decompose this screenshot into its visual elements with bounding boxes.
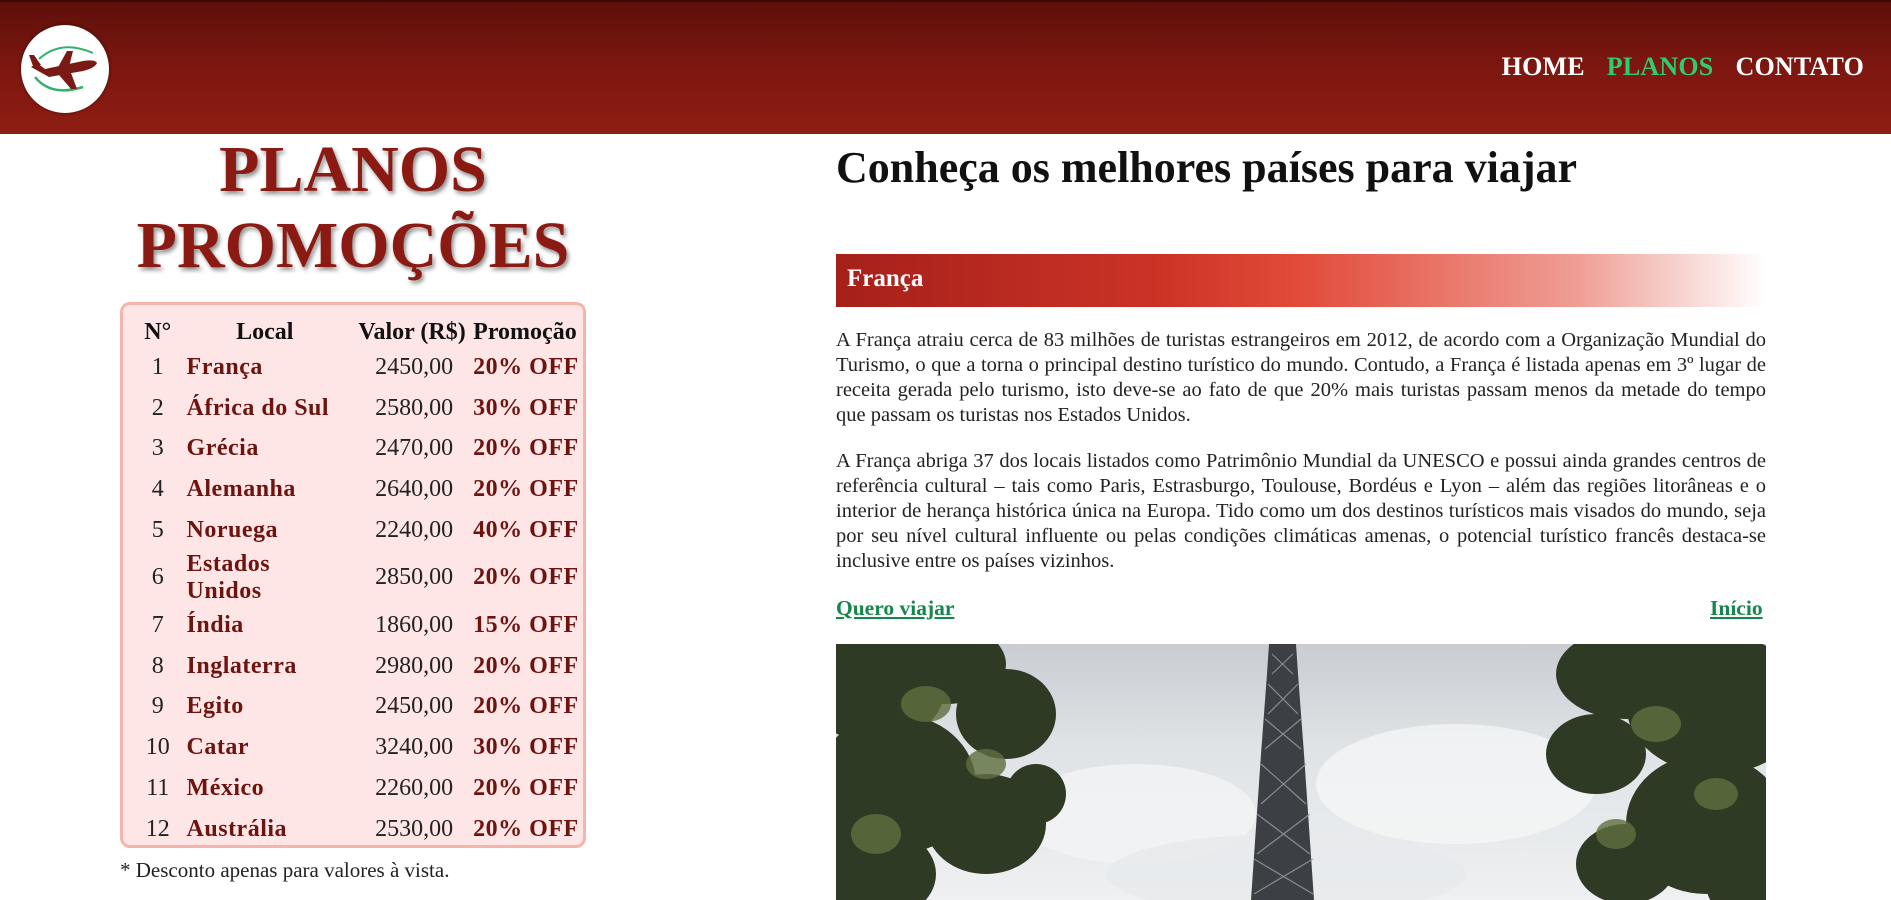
table-row: 3 Grécia 2470,00 20% OFF — [137, 429, 583, 470]
row-valor: 1860,00 — [375, 611, 454, 638]
table-row: 8 Inglaterra 2980,00 20% OFF — [137, 646, 583, 687]
row-number: 9 — [151, 693, 164, 720]
row-promo: 20% OFF — [473, 652, 579, 679]
country-banner: França — [836, 254, 1766, 307]
table-row: 6 Estados Unidos 2850,00 20% OFF — [137, 551, 583, 605]
row-promo: 30% OFF — [473, 734, 579, 761]
quero-viajar-link[interactable]: Quero viajar — [836, 596, 954, 621]
row-promo: 30% OFF — [473, 394, 579, 421]
table-header-row: N° Local Valor (R$) Promoção — [137, 317, 583, 347]
row-number: 5 — [151, 517, 164, 544]
plans-title: PLANOS PROMOÇÕES — [100, 132, 606, 284]
row-local: Alemanha — [186, 476, 296, 503]
column-header-promocao: Promoção — [473, 318, 577, 345]
table-row: 7 Índia 1860,00 15% OFF — [137, 605, 583, 646]
row-promo: 20% OFF — [473, 775, 579, 802]
column-header-number: N° — [144, 318, 172, 345]
row-promo: 20% OFF — [473, 353, 579, 380]
row-promo: 15% OFF — [473, 611, 579, 638]
plans-table: N° Local Valor (R$) Promoção 1 França 2450… — [137, 317, 583, 850]
row-local: Estados Unidos — [186, 550, 271, 604]
row-local: Egito — [186, 693, 244, 720]
inicio-link[interactable]: Início — [1710, 596, 1763, 621]
row-promo: 20% OFF — [473, 693, 579, 720]
main-nav: HOME PLANOS CONTATO — [1502, 52, 1864, 82]
table-row: 10 Catar 3240,00 30% OFF — [137, 727, 583, 768]
country-paragraph-2: A França abriga 37 dos locais listados c… — [836, 450, 1766, 572]
plans-title-line2: PROMOÇÕES — [136, 209, 570, 282]
row-valor: 3240,00 — [375, 734, 454, 761]
row-promo: 20% OFF — [473, 476, 579, 503]
row-local: Noruega — [186, 517, 279, 544]
row-number: 4 — [151, 476, 164, 503]
row-valor: 2260,00 — [375, 775, 454, 802]
row-valor: 2240,00 — [375, 517, 454, 544]
row-valor: 2850,00 — [375, 564, 454, 591]
country-name: França — [847, 265, 924, 292]
row-local: Índia — [186, 611, 244, 638]
table-row: 5 Noruega 2240,00 40% OFF — [137, 510, 583, 551]
row-local: Catar — [186, 734, 250, 761]
row-valor: 2640,00 — [375, 476, 454, 503]
row-number: 8 — [151, 652, 164, 679]
row-number: 11 — [146, 775, 170, 802]
row-number: 1 — [151, 353, 164, 380]
row-valor: 2450,00 — [375, 353, 454, 380]
table-row: 4 Alemanha 2640,00 20% OFF — [137, 469, 583, 510]
nav-home-link[interactable]: HOME — [1502, 52, 1585, 82]
airplane-logo-icon[interactable] — [21, 25, 109, 113]
row-local: Inglaterra — [186, 652, 297, 679]
table-row: 9 Egito 2450,00 20% OFF — [137, 687, 583, 728]
country-paragraph-1: A França atraiu cerca de 83 milhões de t… — [836, 329, 1766, 426]
row-promo: 20% OFF — [473, 435, 579, 462]
plans-title-line1: PLANOS — [219, 133, 487, 206]
row-number: 3 — [151, 435, 164, 462]
plans-table-container: N° Local Valor (R$) Promoção 1 França 2450… — [120, 302, 586, 848]
column-header-valor: Valor (R$) — [358, 318, 466, 345]
row-local: Grécia — [186, 435, 259, 462]
row-local: África do Sul — [186, 394, 330, 421]
row-promo: 40% OFF — [473, 517, 579, 544]
row-number: 2 — [151, 394, 164, 421]
row-local: Austrália — [186, 815, 288, 842]
row-number: 12 — [145, 815, 170, 842]
row-number: 7 — [151, 611, 164, 638]
row-valor: 2530,00 — [375, 815, 454, 842]
row-valor: 2980,00 — [375, 652, 454, 679]
table-row: 11 México 2260,00 20% OFF — [137, 768, 583, 809]
page-title: Conheça os melhores países para viajar — [836, 143, 1578, 192]
row-number: 10 — [145, 734, 170, 761]
eiffel-tower-photo — [836, 644, 1766, 900]
row-number: 6 — [151, 564, 164, 591]
row-valor: 2580,00 — [375, 394, 454, 421]
row-valor: 2470,00 — [375, 435, 454, 462]
row-local: México — [186, 775, 265, 802]
nav-contato-link[interactable]: CONTATO — [1735, 52, 1864, 82]
row-valor: 2450,00 — [375, 693, 454, 720]
table-row: 2 África do Sul 2580,00 30% OFF — [137, 388, 583, 429]
nav-planos-link[interactable]: PLANOS — [1607, 52, 1714, 82]
row-promo: 20% OFF — [473, 815, 579, 842]
site-header: HOME PLANOS CONTATO — [0, 0, 1891, 134]
row-local: França — [186, 353, 263, 380]
table-row: 12 Austrália 2530,00 20% OFF — [137, 809, 583, 850]
table-row: 1 França 2450,00 20% OFF — [137, 347, 583, 388]
row-promo: 20% OFF — [473, 564, 579, 591]
column-header-local: Local — [236, 318, 294, 345]
discount-footnote: * Desconto apenas para valores à vista. — [120, 858, 450, 882]
